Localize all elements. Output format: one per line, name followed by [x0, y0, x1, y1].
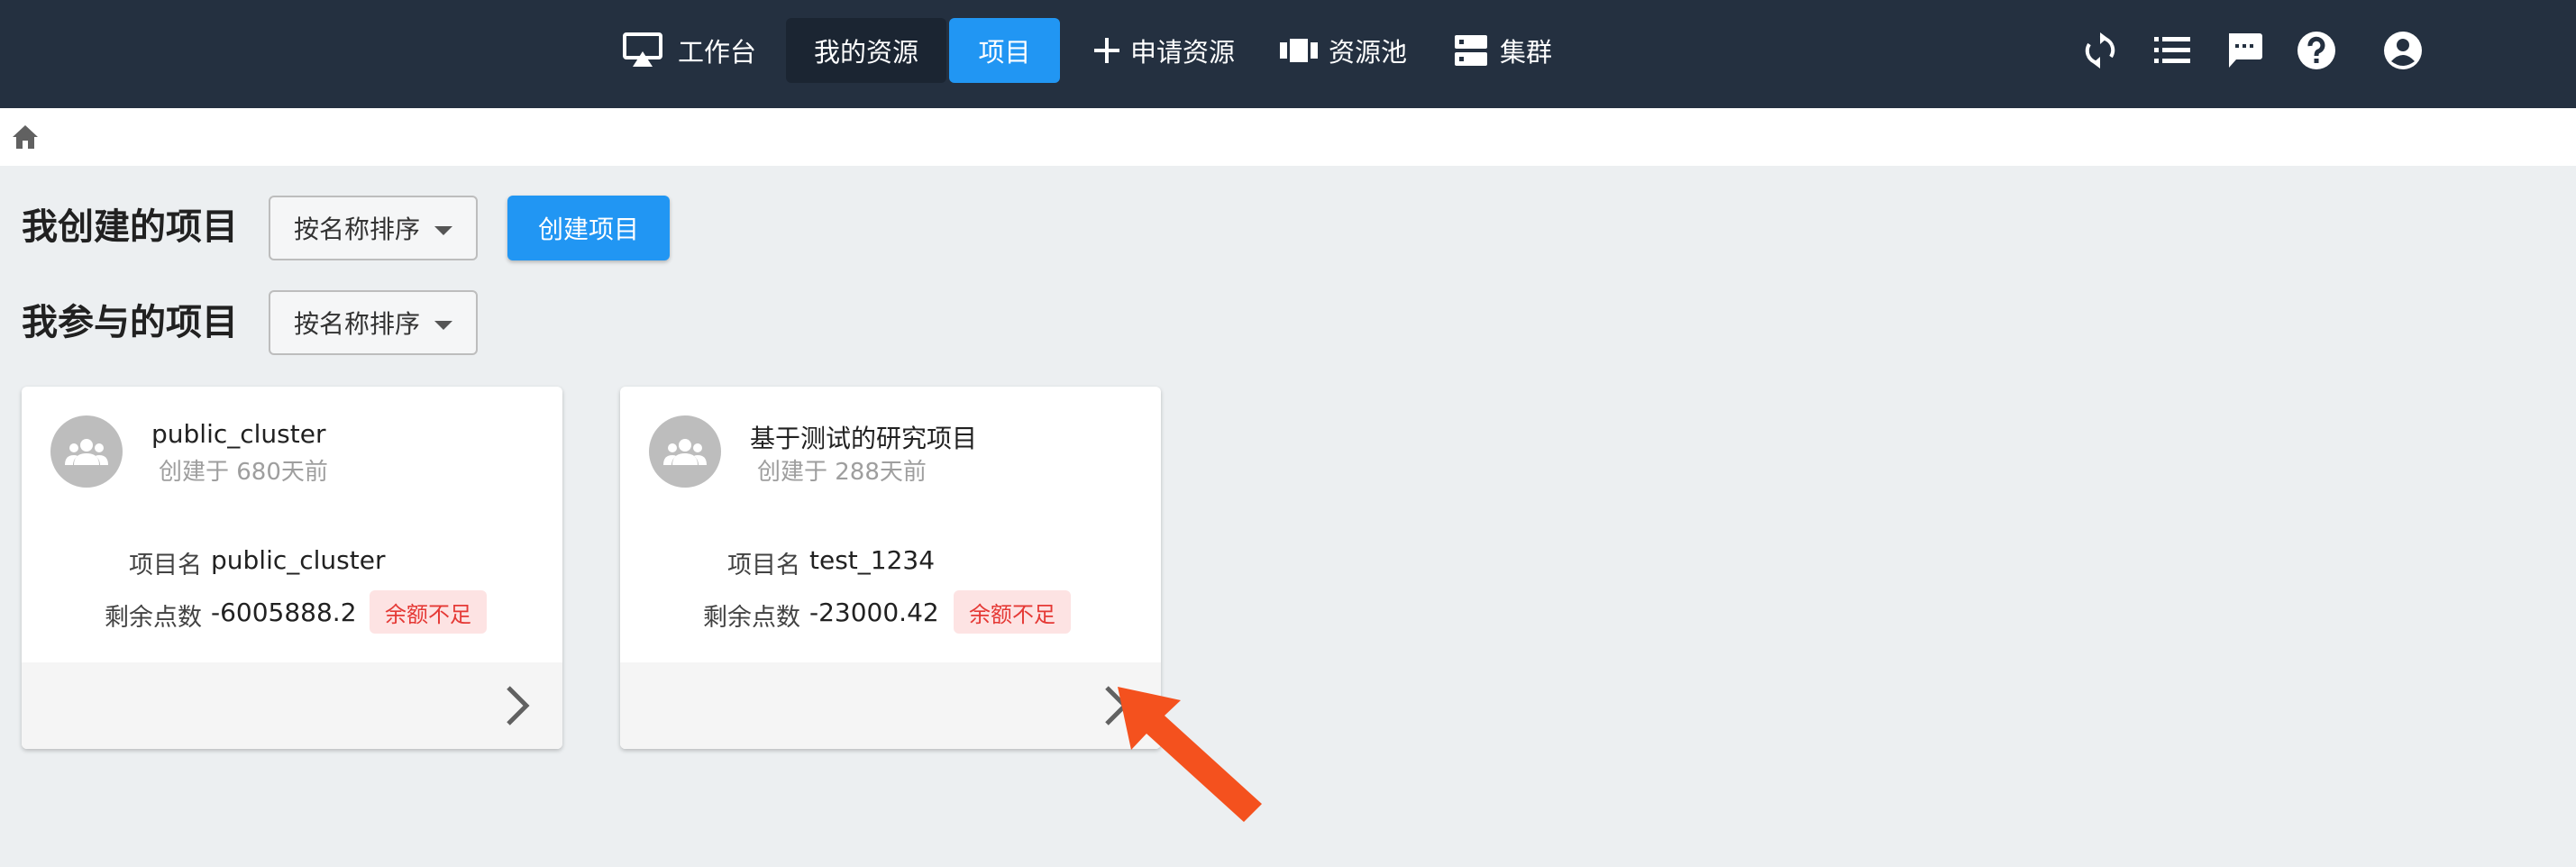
- joined-sort-select[interactable]: 按名称排序: [269, 290, 478, 355]
- account-icon[interactable]: [2378, 25, 2428, 76]
- my-created-projects-title: 我创建的项目: [22, 206, 238, 248]
- project-title[interactable]: 基于测试的研究项目: [750, 419, 977, 455]
- server-icon: [1455, 34, 1487, 67]
- card-footer: [22, 662, 562, 749]
- nav-projects[interactable]: 项目: [949, 18, 1060, 83]
- top-navbar: 工作台 我的资源 项目 申请资源 资源池 集群: [0, 0, 2576, 108]
- nav-projects-label: 项目: [978, 37, 1031, 68]
- insufficient-balance-badge: 余额不足: [370, 590, 487, 634]
- insufficient-balance-badge: 余额不足: [954, 590, 1071, 634]
- nav-resource-pool[interactable]: 资源池: [1280, 18, 1411, 83]
- group-icon: [649, 415, 721, 488]
- remaining-points-value: -23000.42: [809, 598, 939, 627]
- project-name-value: test_1234: [809, 545, 936, 575]
- nav-cluster-label: 集群: [1500, 37, 1553, 68]
- refresh-icon[interactable]: [2075, 25, 2125, 76]
- created-sort-label: 按名称排序: [294, 214, 421, 244]
- nav-my-resources[interactable]: 我的资源: [786, 18, 946, 83]
- remaining-points-value: -6005888.2: [211, 598, 357, 627]
- list-icon[interactable]: [2147, 25, 2197, 76]
- chevron-right-icon[interactable]: [499, 682, 535, 729]
- joined-sort-label: 按名称排序: [294, 309, 421, 339]
- plus-icon: [1092, 36, 1121, 65]
- nav-my-resources-label: 我的资源: [813, 37, 918, 68]
- help-icon[interactable]: [2291, 25, 2342, 76]
- project-card: public_cluster 创建于 680天前 项目名 public_clus…: [22, 387, 562, 749]
- nav-apply-resource-label: 申请资源: [1130, 37, 1236, 68]
- project-title[interactable]: public_cluster: [151, 419, 325, 449]
- breadcrumb: [0, 108, 2576, 166]
- create-project-button[interactable]: 创建项目: [507, 196, 670, 260]
- project-created-time: 创建于 680天前: [159, 459, 328, 486]
- my-joined-projects-title: 我参与的项目: [22, 302, 238, 343]
- monitor-icon: [622, 32, 663, 69]
- card-footer: [620, 662, 1161, 749]
- project-name-label: 项目名: [727, 552, 800, 580]
- remaining-points-label: 剩余点数: [703, 604, 800, 632]
- red-arrow-icon: [1109, 678, 1271, 831]
- message-icon[interactable]: [2219, 25, 2270, 76]
- nav-apply-resource[interactable]: 申请资源: [1092, 18, 1240, 83]
- nav-workbench-label: 工作台: [678, 37, 757, 68]
- nav-resource-pool-label: 资源池: [1329, 37, 1408, 68]
- project-name-value: public_cluster: [211, 545, 386, 575]
- project-card: 基于测试的研究项目 创建于 288天前 项目名 test_1234 剩余点数 -…: [620, 387, 1161, 749]
- pool-icon: [1280, 37, 1318, 64]
- home-icon[interactable]: [11, 123, 40, 151]
- project-created-time: 创建于 288天前: [757, 459, 927, 486]
- chevron-down-icon: [434, 226, 452, 235]
- nav-workbench[interactable]: 工作台: [622, 18, 766, 83]
- group-icon: [50, 415, 123, 488]
- nav-cluster[interactable]: 集群: [1455, 18, 1561, 83]
- created-sort-select[interactable]: 按名称排序: [269, 196, 478, 260]
- chevron-down-icon: [434, 321, 452, 330]
- project-name-label: 项目名: [129, 552, 202, 580]
- remaining-points-label: 剩余点数: [105, 604, 202, 632]
